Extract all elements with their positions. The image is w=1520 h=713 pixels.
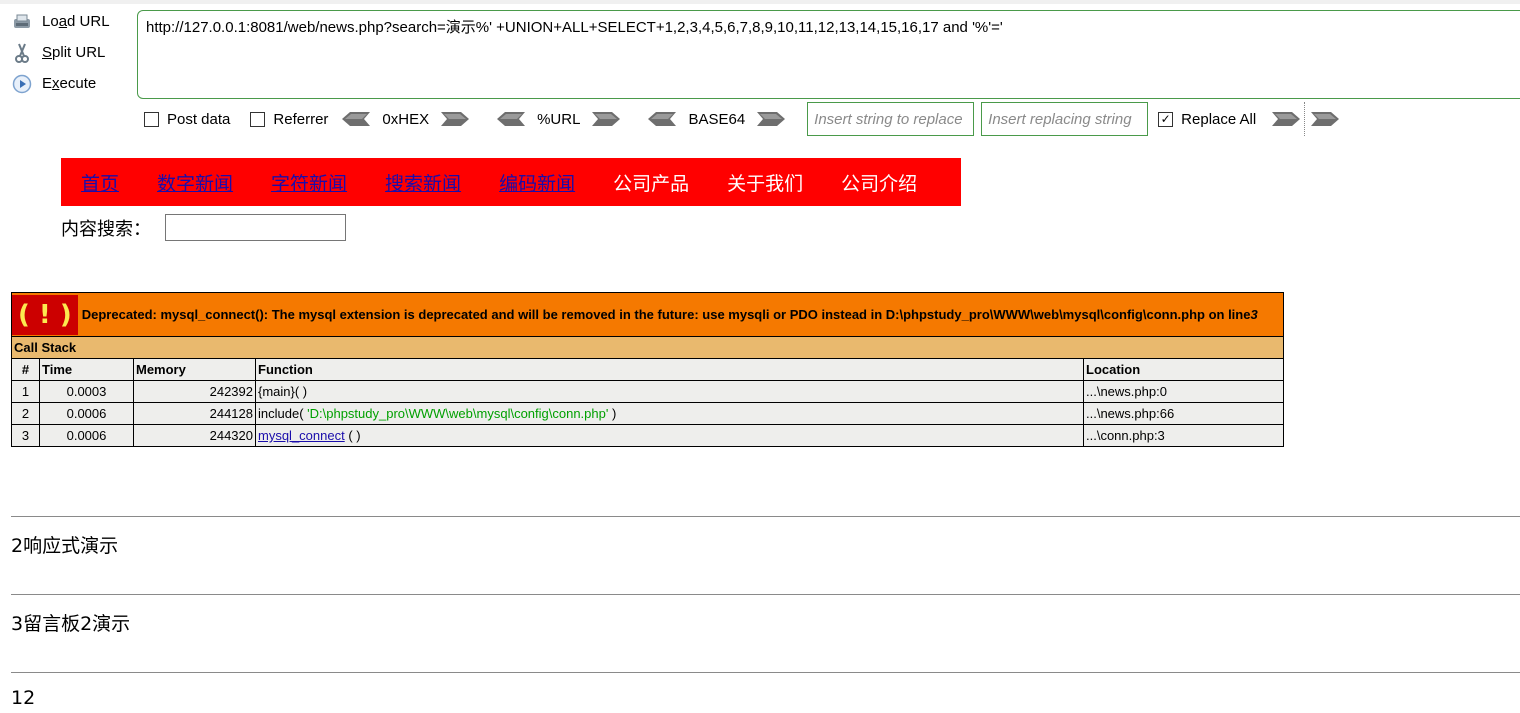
row-function: mysql_connect ( ) — [255, 424, 1084, 447]
mysql-connect-link[interactable]: mysql_connect — [258, 428, 345, 443]
search-label: 内容搜索： — [61, 218, 151, 240]
base64-encoder: BASE64 — [648, 110, 786, 128]
search-input[interactable] — [165, 214, 346, 241]
col-num: # — [11, 358, 40, 381]
replace-find-input[interactable]: Insert string to replace — [807, 102, 975, 136]
load-url-button[interactable]: Load URL — [0, 6, 132, 37]
split-url-button[interactable]: Split URL — [0, 37, 132, 68]
nav-item-company: 公司介绍 — [841, 172, 918, 195]
site-navbar: 首页 数字新闻 字符新闻 搜索新闻 编码新闻 公司产品 关于我们 公司介绍 — [61, 158, 961, 206]
result-item: 3留言板2演示 — [11, 613, 131, 635]
replace-with-input[interactable]: Insert replacing string — [981, 102, 1149, 136]
call-stack-header: Call Stack — [11, 336, 1284, 359]
hex-decode-arrow-icon[interactable] — [342, 111, 372, 127]
col-time: Time — [39, 358, 134, 381]
table-row: 1 0.0003 242392 {main}( ) ...\news.php:0 — [11, 380, 1284, 403]
load-url-icon — [12, 12, 32, 32]
url-decode-arrow-icon[interactable] — [497, 111, 527, 127]
execute-button[interactable]: Execute — [0, 68, 132, 99]
url-encoder: %URL — [497, 110, 621, 128]
row-memory: 244320 — [133, 424, 256, 447]
referrer-check-box[interactable] — [250, 111, 266, 127]
nav-item-about: 关于我们 — [727, 172, 804, 195]
col-location: Location — [1083, 358, 1284, 381]
toolbar-separator — [1304, 102, 1306, 136]
row-time: 0.0003 — [39, 380, 134, 403]
row-time: 0.0006 — [39, 402, 134, 425]
scissors-icon — [12, 43, 32, 63]
nav-item-encoded-news[interactable]: 编码新闻 — [499, 169, 575, 196]
post-data-check-box[interactable] — [144, 111, 159, 127]
nav-item-string-news[interactable]: 字符新闻 — [271, 169, 347, 196]
post-data-label: Post data — [167, 110, 231, 128]
row-num: 3 — [11, 424, 40, 447]
replace-all-label: Replace All — [1181, 110, 1257, 128]
table-row: 2 0.0006 244128 include( 'D:\phpstudy_pr… — [11, 402, 1284, 425]
col-memory: Memory — [133, 358, 256, 381]
hackbar-side-menu: Load URL Split URL Execute — [0, 6, 132, 99]
row-function: {main}( ) — [255, 380, 1084, 403]
nav-item-number-news[interactable]: 数字新闻 — [157, 169, 233, 196]
replace-all-check-box[interactable]: ✓ — [1158, 111, 1174, 127]
call-stack-columns: # Time Memory Function Location — [11, 358, 1284, 381]
base64-encode-arrow-icon[interactable] — [755, 111, 786, 127]
replace-left-arrow-icon[interactable] — [1270, 111, 1301, 127]
error-message: Deprecated: mysql_connect(): The mysql e… — [81, 307, 1251, 322]
error-message-cell: ( ! ) Deprecated: mysql_connect(): The m… — [11, 292, 1284, 337]
row-location: ...\news.php:66 — [1083, 402, 1284, 425]
xdebug-error-table: ( ! ) Deprecated: mysql_connect(): The m… — [11, 292, 1284, 447]
include-path-string: 'D:\phpstudy_pro\WWW\web\mysql\config\co… — [307, 406, 609, 421]
post-data-checkbox[interactable]: Post data — [144, 111, 230, 128]
url-textarea[interactable]: http://127.0.0.1:8081/web/news.php?searc… — [137, 10, 1520, 99]
warning-bang-icon: ( ! ) — [12, 294, 78, 335]
result-item: 2响应式演示 — [11, 535, 119, 557]
nav-item-products: 公司产品 — [613, 172, 690, 195]
nav-item-search-news[interactable]: 搜索新闻 — [385, 169, 461, 196]
row-memory: 244128 — [133, 402, 256, 425]
hex-encoder: 0xHEX — [342, 110, 470, 128]
col-function: Function — [255, 358, 1084, 381]
referrer-checkbox[interactable]: Referrer — [250, 111, 328, 128]
divider — [11, 594, 1520, 595]
base64-decode-arrow-icon[interactable] — [648, 111, 678, 127]
divider — [11, 672, 1520, 673]
play-circle-icon — [12, 74, 32, 94]
hackbar-options-row: Post data Referrer 0xHEX %URL BASE64 Ins… — [144, 102, 1340, 136]
execute-label: Execute — [42, 75, 97, 92]
url-encode-arrow-icon[interactable] — [590, 111, 621, 127]
referrer-label: Referrer — [273, 110, 329, 128]
replace-all-checkbox[interactable]: ✓ Replace All — [1158, 111, 1256, 128]
base64-label: BASE64 — [688, 110, 746, 128]
hex-label: 0xHEX — [382, 110, 430, 128]
hackbar-toolbar: Load URL Split URL Execute http://127.0.… — [0, 0, 1520, 137]
row-num: 2 — [11, 402, 40, 425]
nav-item-home[interactable]: 首页 — [81, 169, 119, 196]
split-url-label: Split URL — [42, 44, 106, 61]
row-location: ...\conn.php:3 — [1083, 424, 1284, 447]
load-url-label: Load URL — [42, 13, 110, 30]
divider — [11, 516, 1520, 517]
row-num: 1 — [11, 380, 40, 403]
row-memory: 242392 — [133, 380, 256, 403]
toolbar-top-strip — [0, 0, 1520, 4]
table-row: 3 0.0006 244320 mysql_connect ( ) ...\co… — [11, 424, 1284, 447]
row-time: 0.0006 — [39, 424, 134, 447]
url-enc-label: %URL — [537, 110, 581, 128]
hex-encode-arrow-icon[interactable] — [439, 111, 470, 127]
error-line: 3 — [1250, 307, 1258, 322]
row-function: include( 'D:\phpstudy_pro\WWW\web\mysql\… — [255, 402, 1084, 425]
content-search: 内容搜索： — [61, 214, 346, 241]
replace-right-arrow-icon[interactable] — [1309, 111, 1340, 127]
result-item: 12 — [11, 687, 36, 709]
row-location: ...\news.php:0 — [1083, 380, 1284, 403]
